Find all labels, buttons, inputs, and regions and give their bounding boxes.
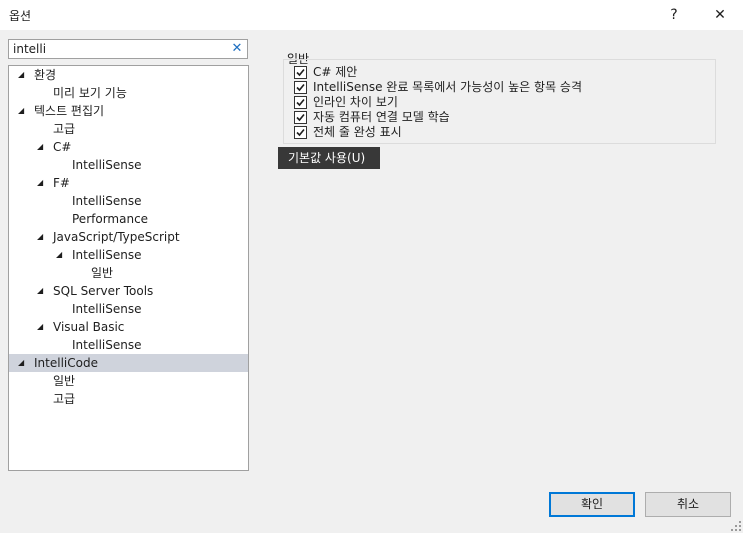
- option-label[interactable]: 전체 줄 완성 표시: [313, 125, 402, 140]
- tree-node[interactable]: 미리 보기 기능: [9, 84, 248, 102]
- option-checkbox[interactable]: [294, 126, 307, 139]
- window-title: 옵션: [9, 9, 32, 23]
- tree-node[interactable]: 일반: [9, 264, 248, 282]
- tree-node-label: IntelliSense: [72, 248, 142, 262]
- tree-node-label: 고급: [53, 392, 76, 406]
- tree-node-label: C#: [53, 140, 72, 154]
- tree-node[interactable]: ◢ C#: [9, 138, 248, 156]
- option-checkbox[interactable]: [294, 66, 307, 79]
- tree-node-label: 텍스트 편집기: [34, 104, 105, 118]
- help-button[interactable]: ?: [651, 0, 697, 30]
- tree-node[interactable]: ◢ IntelliCode: [9, 354, 248, 372]
- tree-node-label: JavaScript/TypeScript: [53, 230, 180, 244]
- tree-node-label: 환경: [34, 68, 57, 82]
- reset-defaults-button[interactable]: 기본값 사용(U): [278, 147, 380, 169]
- tree-node-label: IntelliCode: [34, 356, 98, 370]
- cancel-button[interactable]: 취소: [645, 492, 731, 517]
- tree-node[interactable]: IntelliSense: [9, 156, 248, 174]
- option-label[interactable]: 인라인 차이 보기: [313, 95, 398, 110]
- tree-node[interactable]: Performance: [9, 210, 248, 228]
- tree-node[interactable]: ◢ 환경: [9, 66, 248, 84]
- tree-node-label: Performance: [72, 212, 149, 226]
- option-label[interactable]: 자동 컴퓨터 연결 모델 학습: [313, 110, 450, 125]
- resize-grip-icon[interactable]: [731, 521, 741, 531]
- checkmark-icon: [296, 98, 305, 107]
- tree-node[interactable]: IntelliSense: [9, 192, 248, 210]
- option-label[interactable]: IntelliSense 완료 목록에서 가능성이 높은 항목 승격: [313, 80, 582, 95]
- tree-node[interactable]: ◢ IntelliSense: [9, 246, 248, 264]
- option-checkbox[interactable]: [294, 81, 307, 94]
- tree-node[interactable]: ◢ 텍스트 편집기: [9, 102, 248, 120]
- tree-node-label: IntelliSense: [72, 158, 142, 172]
- tree-node[interactable]: 고급: [9, 390, 248, 408]
- checkmark-icon: [296, 68, 305, 77]
- expand-arrow-icon[interactable]: ◢: [18, 102, 28, 120]
- tree-node[interactable]: IntelliSense: [9, 336, 248, 354]
- tree-node-label: 일반: [91, 266, 114, 280]
- tree-node[interactable]: ◢ F#: [9, 174, 248, 192]
- tree-node-label: Visual Basic: [53, 320, 125, 334]
- options-tree: ◢ 환경 미리 보기 기능 ◢ 텍스트 편집기 고급 ◢ C# IntelliSense ◢ F# I…: [8, 65, 249, 471]
- expand-arrow-icon[interactable]: ◢: [37, 228, 47, 246]
- close-button[interactable]: ✕: [697, 0, 743, 30]
- checkmark-icon: [296, 83, 305, 92]
- expand-arrow-icon[interactable]: ◢: [18, 354, 28, 372]
- tree-node-label: F#: [53, 176, 70, 190]
- search-box: ✕: [8, 39, 248, 59]
- ok-button[interactable]: 확인: [549, 492, 635, 517]
- tree-node[interactable]: IntelliSense: [9, 300, 248, 318]
- tree-node-label: 미리 보기 기능: [53, 86, 127, 100]
- expand-arrow-icon[interactable]: ◢: [37, 318, 47, 336]
- tree-node-label: SQL Server Tools: [53, 284, 154, 298]
- option-checkbox[interactable]: [294, 96, 307, 109]
- expand-arrow-icon[interactable]: ◢: [56, 246, 66, 264]
- tree-node[interactable]: ◢ JavaScript/TypeScript: [9, 228, 248, 246]
- tree-node-label: 고급: [53, 122, 76, 136]
- expand-arrow-icon[interactable]: ◢: [18, 66, 28, 84]
- search-input[interactable]: [13, 41, 223, 57]
- checkmark-icon: [296, 113, 305, 122]
- tree-node-label: 일반: [53, 374, 76, 388]
- tree-node-label: IntelliSense: [72, 194, 142, 208]
- tree-node[interactable]: 고급: [9, 120, 248, 138]
- tree-node-label: IntelliSense: [72, 338, 142, 352]
- tree-node-label: IntelliSense: [72, 302, 142, 316]
- option-checkbox[interactable]: [294, 111, 307, 124]
- clear-search-icon[interactable]: ✕: [230, 40, 244, 58]
- expand-arrow-icon[interactable]: ◢: [37, 174, 47, 192]
- tree-node[interactable]: ◢ SQL Server Tools: [9, 282, 248, 300]
- expand-arrow-icon[interactable]: ◢: [37, 282, 47, 300]
- option-label[interactable]: C# 제안: [313, 65, 357, 80]
- checkmark-icon: [296, 128, 305, 137]
- tree-node[interactable]: ◢ Visual Basic: [9, 318, 248, 336]
- expand-arrow-icon[interactable]: ◢: [37, 138, 47, 156]
- title-bar: 옵션 ? ✕: [0, 0, 743, 30]
- tree-node[interactable]: 일반: [9, 372, 248, 390]
